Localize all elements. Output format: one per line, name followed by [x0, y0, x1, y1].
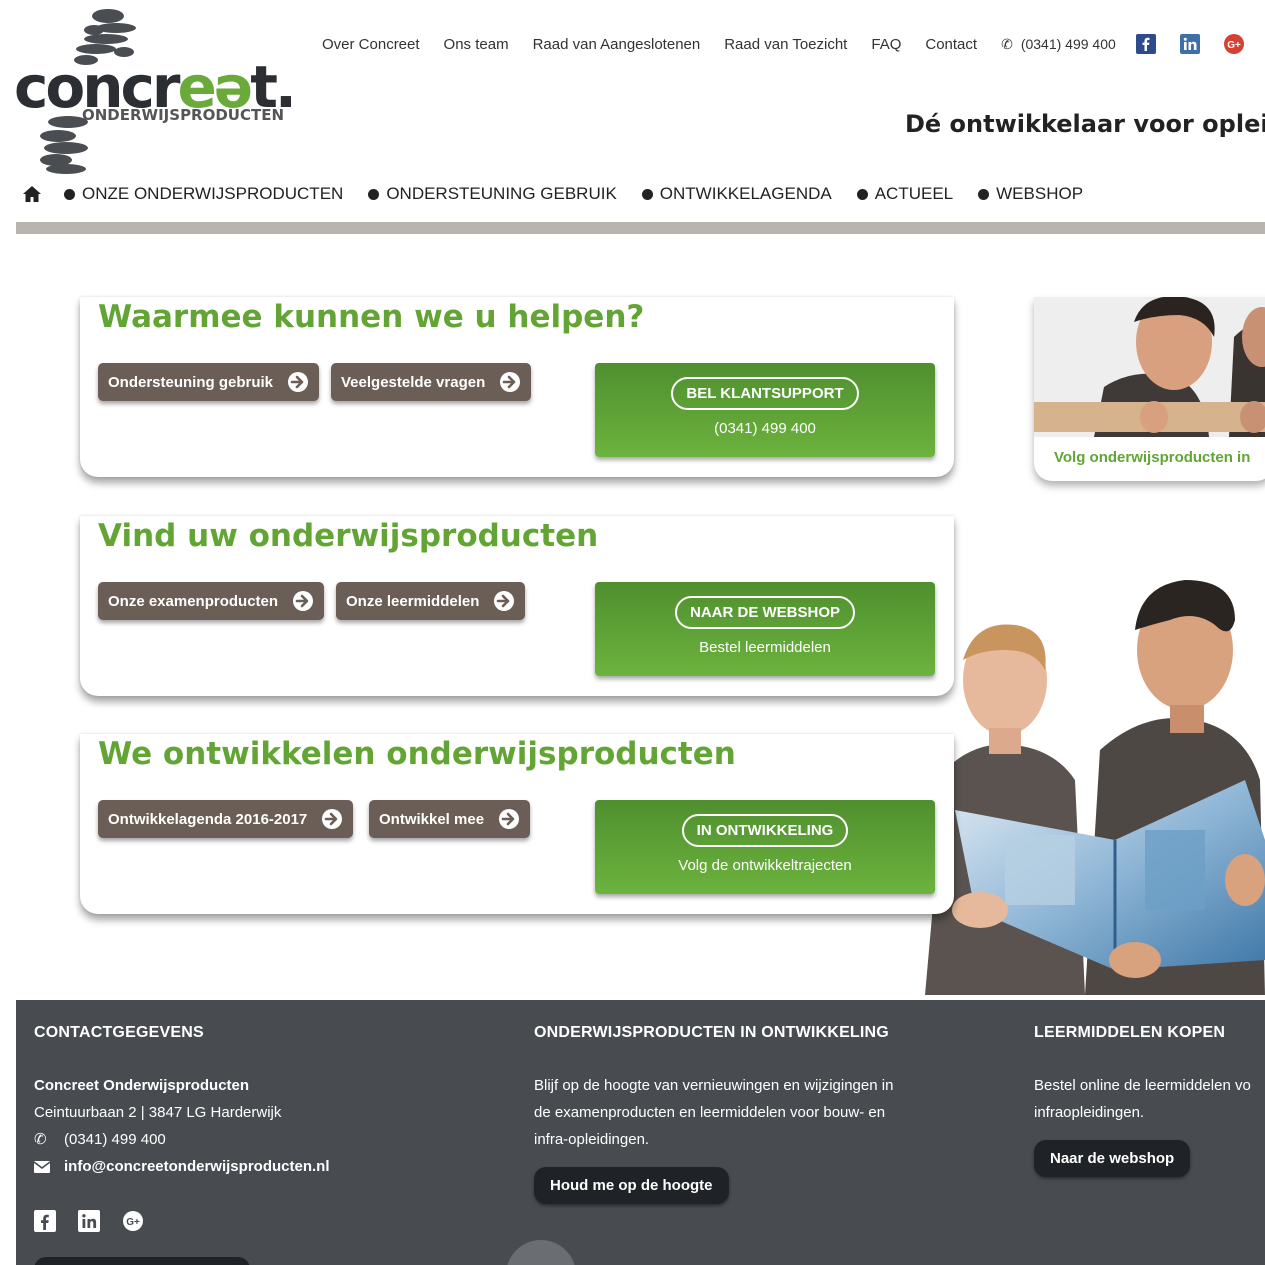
site-footer: CONTACTGEGEVENS Concreet Onderwijsproduc…	[16, 1000, 1265, 1265]
facebook-icon[interactable]	[1135, 34, 1156, 54]
mainnav-ontwikkelagenda[interactable]: ONTWIKKELAGENDA	[641, 184, 832, 204]
envelope-icon	[34, 1160, 52, 1173]
footer-extra-button[interactable]	[34, 1257, 250, 1265]
houd-me-op-de-hoogte-button[interactable]: Houd me op de hoogte	[534, 1167, 729, 1204]
webshop-badge[interactable]: NAAR DE WEBSHOP	[674, 596, 855, 629]
footer-development-line-2: de examenproducten en leermiddelen voor …	[534, 1104, 886, 1121]
arrow-right-circle-icon	[288, 372, 309, 392]
slider-caption[interactable]: Volg onderwijsproducten in	[1054, 449, 1250, 466]
naar-de-webshop-button[interactable]: Naar de webshop	[1034, 1140, 1191, 1177]
home-icon[interactable]	[22, 184, 42, 204]
webshop-cta[interactable]: NAAR DE WEBSHOP Bestel leermiddelen	[595, 582, 935, 676]
development-card: We ontwikkelen onderwijsproducten Ontwik…	[80, 734, 954, 914]
linkedin-icon[interactable]	[78, 1210, 100, 1232]
klantsupport-cta[interactable]: BEL KLANTSUPPORT (0341) 499 400	[595, 363, 935, 457]
help-card-title: Waarmee kunnen we u helpen?	[98, 299, 645, 335]
footer-shop-line-2: infraopleidingen.	[1034, 1104, 1145, 1121]
help-card: Waarmee kunnen we u helpen? Ondersteunin…	[80, 297, 954, 477]
ontwikkeling-sub: Volg de ontwikkeltrajecten	[678, 857, 852, 874]
site-slogan: Dé ontwikkelaar voor opleider	[905, 110, 1265, 138]
webshop-sub: Bestel leermiddelen	[699, 639, 831, 656]
footer-address: Ceintuurbaan 2 | 3847 LG Harderwijk	[34, 1104, 282, 1121]
footer-social-links: G+	[34, 1210, 329, 1232]
header-phone-number: (0341) 499 400	[1020, 36, 1116, 52]
products-card: Vind uw onderwijsproducten Onze examenpr…	[80, 516, 954, 696]
top-navigation: Over Concreet Ons team Raad van Aangeslo…	[322, 34, 1265, 54]
ontwikkel-mee-button[interactable]: Ontwikkel mee	[369, 800, 531, 838]
ontwikkelagenda-button[interactable]: Ontwikkelagenda 2016-2017	[98, 800, 354, 838]
footer-email: info@concreetonderwijsproducten.nl	[64, 1158, 330, 1175]
footer-email-row[interactable]: info@concreetonderwijsproducten.nl	[34, 1153, 329, 1180]
arrow-right-circle-icon	[500, 372, 521, 392]
mainnav-onderwijsproducten[interactable]: ONZE ONDERWIJSPRODUCTEN	[64, 184, 343, 204]
phone-icon: ✆	[34, 1131, 47, 1148]
site-logo[interactable]: concreət. ONDERWIJSPRODUCTEN	[14, 8, 297, 174]
footer-contact: CONTACTGEGEVENS Concreet Onderwijsproduc…	[34, 1024, 329, 1232]
header-phone[interactable]: ✆ (0341) 499 400	[1001, 36, 1116, 53]
klantsupport-phone: (0341) 499 400	[714, 420, 816, 437]
bullet-icon	[641, 188, 653, 200]
footer-shop: LEERMIDDELEN KOPEN Bestel online de leer…	[1034, 1024, 1251, 1177]
nav-raad-van-aangeslotenen[interactable]: Raad van Aangeslotenen	[533, 36, 701, 53]
arrow-right-circle-icon	[322, 809, 343, 829]
mainnav-actueel[interactable]: ACTUEEL	[856, 184, 953, 204]
development-card-title: We ontwikkelen onderwijsproducten	[98, 736, 736, 772]
slider-photo-image	[1034, 297, 1265, 437]
main-navigation: ONZE ONDERWIJSPRODUCTEN ONDERSTEUNING GE…	[22, 184, 1108, 204]
linkedin-icon[interactable]	[1179, 34, 1200, 54]
phone-icon: ✆	[1001, 35, 1013, 52]
ontwikkeling-cta[interactable]: IN ONTWIKKELING Volg de ontwikkeltraject…	[595, 800, 935, 894]
nav-faq[interactable]: FAQ	[871, 36, 901, 53]
veelgestelde-vragen-button[interactable]: Veelgestelde vragen	[331, 363, 532, 401]
footer-shop-heading: LEERMIDDELEN KOPEN	[1034, 1024, 1226, 1041]
nav-contact[interactable]: Contact	[925, 36, 977, 53]
svg-text:G+: G+	[1227, 40, 1241, 51]
mainnav-webshop[interactable]: WEBSHOP	[978, 184, 1083, 204]
bullet-icon	[856, 188, 868, 200]
arrow-right-circle-icon	[499, 809, 520, 829]
svg-text:G+: G+	[126, 1217, 140, 1228]
nav-raad-van-toezicht[interactable]: Raad van Toezicht	[724, 36, 847, 53]
header-social-links: G+	[1135, 34, 1265, 54]
logo-tagline: ONDERWIJSPRODUCTEN	[82, 106, 285, 124]
facebook-icon[interactable]	[34, 1210, 56, 1232]
bullet-icon	[978, 188, 990, 200]
footer-development: ONDERWIJSPRODUCTEN IN ONTWIKKELING Blijf…	[534, 1024, 893, 1204]
footer-development-heading: ONDERWIJSPRODUCTEN IN ONTWIKKELING	[534, 1024, 889, 1041]
footer-development-line-3: infra-opleidingen.	[534, 1131, 650, 1148]
footer-decoration	[506, 1240, 576, 1265]
google-plus-icon[interactable]: G+	[122, 1210, 144, 1232]
google-plus-icon[interactable]: G+	[1223, 34, 1244, 54]
leermiddelen-button[interactable]: Onze leermiddelen	[336, 582, 526, 620]
examenproducten-button[interactable]: Onze examenproducten	[98, 582, 325, 620]
nav-ons-team[interactable]: Ons team	[444, 36, 509, 53]
header-divider	[16, 222, 1265, 234]
footer-phone-row[interactable]: ✆ (0341) 499 400	[34, 1126, 329, 1153]
ondersteuning-gebruik-button[interactable]: Ondersteuning gebruik	[98, 363, 320, 401]
nav-over-concreet[interactable]: Over Concreet	[322, 36, 420, 53]
footer-shop-line-1: Bestel online de leermiddelen vo	[1034, 1077, 1251, 1094]
boot-heel-icon	[40, 116, 88, 174]
arrow-right-circle-icon	[293, 591, 314, 611]
mainnav-ondersteuning-gebruik[interactable]: ONDERSTEUNING GEBRUIK	[368, 184, 617, 204]
bullet-icon	[64, 188, 75, 200]
footer-company: Concreet Onderwijsproducten	[34, 1077, 250, 1094]
arrow-right-circle-icon	[494, 591, 515, 611]
footer-contact-heading: CONTACTGEGEVENS	[34, 1024, 204, 1041]
footer-development-line-1: Blijf op de hoogte van vernieuwingen en …	[534, 1077, 894, 1094]
products-card-title: Vind uw onderwijsproducten	[98, 518, 599, 554]
ontwikkeling-badge[interactable]: IN ONTWIKKELING	[681, 814, 849, 847]
bullet-icon	[368, 188, 380, 200]
slider-card[interactable]: Volg onderwijsproducten in	[1034, 297, 1265, 481]
footer-phone: (0341) 499 400	[64, 1131, 166, 1148]
klantsupport-badge[interactable]: BEL KLANTSUPPORT	[671, 377, 859, 410]
